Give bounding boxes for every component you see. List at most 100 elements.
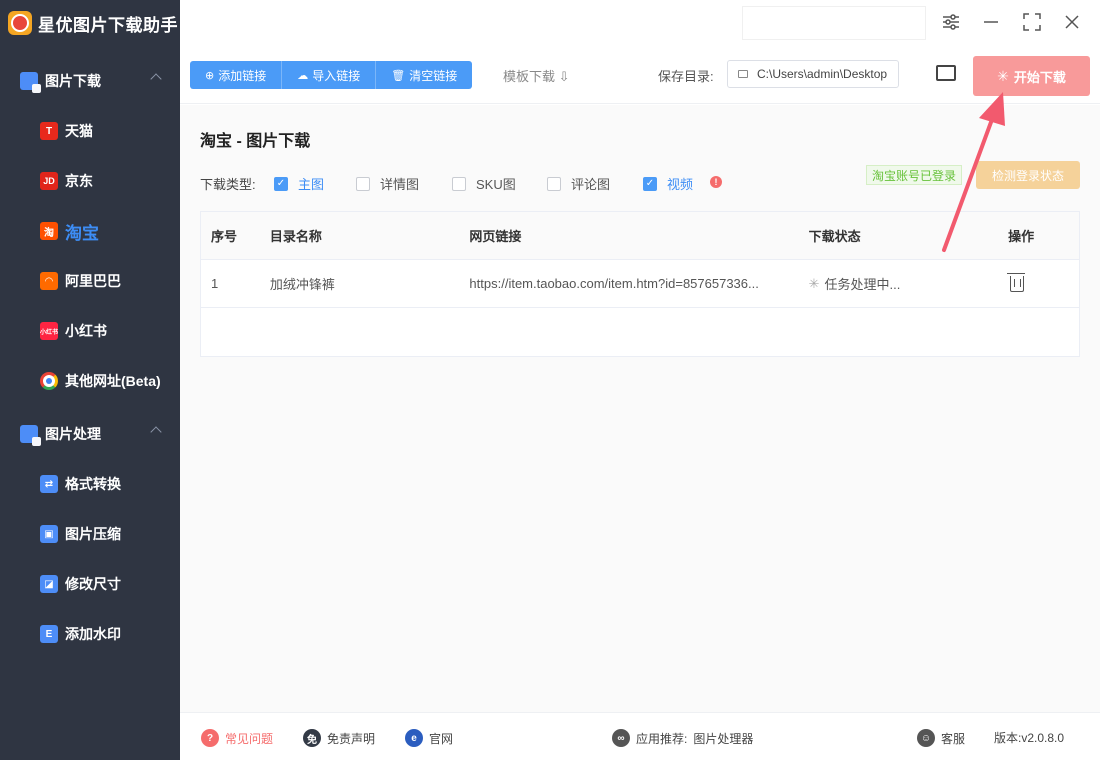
col-name: 目录名称	[269, 229, 322, 244]
sidebar-item-tmall[interactable]: T 天猫	[0, 106, 180, 156]
toolbar: ⊕ 添加链接 ☁ 导入链接 🗑 清空链接 模板下载 ⇩ 保存目录: C:\Use…	[180, 46, 1100, 104]
jd-icon: JD	[40, 172, 58, 190]
task-table: 序号 目录名称 网页链接 下载状态 操作 1 加绒冲锋裤 https://ite…	[200, 211, 1080, 357]
title-bar-blank-area	[742, 6, 926, 40]
app-logo-icon	[8, 11, 32, 35]
save-dir-label: 保存目录:	[658, 69, 714, 84]
sidebar-item-image-compress[interactable]: ▣ 图片压缩	[0, 509, 180, 559]
delete-trash-icon[interactable]	[1007, 272, 1026, 292]
sidebar-item-label: 阿里巴巴	[65, 273, 121, 289]
chevron-up-icon	[150, 73, 162, 85]
sidebar-item-label: 修改尺寸	[65, 576, 121, 592]
add-link-label: 添加链接	[218, 68, 267, 83]
open-folder-icon[interactable]	[936, 65, 956, 81]
recommend-label: 应用推荐:	[636, 731, 688, 746]
sidebar-item-label: 淘宝	[65, 223, 99, 243]
sidebar-item-label: 天猫	[65, 123, 93, 139]
app-header: 星优图片下载助手	[0, 0, 180, 46]
status-text: 任务处理中...	[824, 277, 901, 292]
check-icon: ✓	[643, 176, 657, 191]
website-link[interactable]: e 官网	[405, 729, 453, 747]
save-dir-input[interactable]: C:\Users\admin\Desktop	[727, 60, 899, 88]
sidebar-item-resize[interactable]: ◪ 修改尺寸	[0, 559, 180, 609]
type-checkbox-video[interactable]: ✓ 视频	[643, 174, 693, 193]
sidebar-item-alibaba[interactable]: ◠ 阿里巴巴	[0, 256, 180, 306]
checkbox-label: 视频	[667, 177, 694, 192]
alibaba-icon: ◠	[40, 272, 58, 290]
check-login-button[interactable]: 检测登录状态	[976, 161, 1080, 189]
support-link[interactable]: ☺ 客服	[917, 729, 965, 747]
recommend-link[interactable]: ∞ 应用推荐: 图片处理器	[612, 729, 753, 747]
chrome-icon	[40, 372, 58, 390]
sidebar-item-label: 其他网址(Beta)	[65, 373, 161, 389]
save-dir-value: C:\Users\admin\Desktop	[757, 67, 888, 81]
faq-label: 常见问题	[225, 731, 274, 746]
cell-index: 1	[211, 276, 219, 291]
chevron-up-icon	[150, 426, 162, 438]
recommend-value: 图片处理器	[693, 731, 754, 746]
close-icon[interactable]	[1062, 12, 1082, 32]
cell-status: ✳ 任务处理中...	[800, 274, 1000, 293]
question-icon: ?	[201, 729, 219, 747]
type-checkbox-detail[interactable]: 详情图	[356, 174, 419, 193]
download-group-icon	[20, 72, 41, 93]
sidebar-item-jd[interactable]: JD 京东	[0, 156, 180, 206]
sidebar-item-label: 添加水印	[65, 626, 121, 642]
type-checkbox-sku[interactable]: SKU图	[452, 174, 516, 193]
resize-icon: ◪	[40, 575, 58, 593]
template-download-link[interactable]: 模板下载 ⇩	[503, 66, 570, 85]
taobao-icon: 淘	[40, 222, 58, 240]
group-label: 图片下载	[45, 73, 101, 89]
tmall-icon: T	[40, 122, 58, 140]
sidebar-item-label: 格式转换	[65, 476, 121, 492]
disclaimer-link[interactable]: 免 免责声明	[303, 729, 375, 747]
title-bar	[180, 0, 1100, 46]
type-checkbox-review[interactable]: 评论图	[547, 174, 610, 193]
col-action: 操作	[1008, 229, 1035, 244]
sidebar-item-other-sites[interactable]: 其他网址(Beta)	[0, 356, 180, 406]
image-compress-icon: ▣	[40, 525, 58, 543]
ie-browser-icon: e	[405, 729, 423, 747]
group-image-processing[interactable]: 图片处理	[0, 409, 180, 459]
plus-circle-icon: ⊕	[205, 69, 215, 82]
sidebar-item-taobao[interactable]: 淘 淘宝	[0, 206, 180, 256]
import-link-label: 导入链接	[312, 68, 361, 83]
page-title: 淘宝 - 图片下载	[200, 133, 311, 150]
clear-link-button[interactable]: 🗑 清空链接	[376, 61, 473, 89]
import-link-button[interactable]: ☁ 导入链接	[282, 61, 377, 89]
group-image-download[interactable]: 图片下载	[0, 56, 180, 106]
faq-link[interactable]: ? 常见问题	[201, 729, 273, 747]
image-process-group-icon	[20, 425, 41, 446]
sidebar-item-format-convert[interactable]: ⇄ 格式转换	[0, 459, 180, 509]
checkbox-box	[547, 176, 561, 191]
watermark-icon: E	[40, 625, 58, 643]
support-label: 客服	[941, 731, 966, 746]
login-status-badge: 淘宝账号已登录	[866, 165, 963, 185]
support-icon: ☺	[917, 729, 935, 747]
sidebar: 星优图片下载助手 图片下载 T 天猫 JD 京东 淘 淘宝 ◠ 阿里巴巴 小红书…	[0, 0, 180, 760]
disclaimer-label: 免责声明	[327, 731, 376, 746]
checkbox-label: 详情图	[380, 177, 420, 192]
check-icon: ✓	[274, 176, 288, 191]
maximize-icon[interactable]	[1022, 12, 1042, 32]
info-icon[interactable]: !	[710, 176, 722, 188]
link-icon: ∞	[612, 729, 630, 747]
sidebar-item-xiaohongshu[interactable]: 小红书 小红书	[0, 306, 180, 356]
table-empty-area	[201, 308, 1079, 356]
checkbox-box	[452, 176, 466, 191]
settings-sliders-icon[interactable]	[941, 12, 961, 32]
loading-spinner-icon: ✳	[808, 275, 820, 291]
sidebar-item-watermark[interactable]: E 添加水印	[0, 609, 180, 659]
type-checkbox-main[interactable]: ✓ 主图	[274, 174, 324, 193]
sidebar-item-label: 京东	[65, 173, 93, 189]
checkbox-label: SKU图	[476, 177, 516, 192]
start-download-button[interactable]: ✳ 开始下载	[973, 56, 1090, 96]
website-label: 官网	[429, 731, 454, 746]
footer: ? 常见问题 免 免责声明 e 官网 ∞ 应用推荐: 图片处理器 ☺ 客服 版本…	[180, 712, 1100, 760]
sidebar-item-label: 小红书	[65, 323, 107, 339]
table-row: 1 加绒冲锋裤 https://item.taobao.com/item.htm…	[201, 260, 1079, 308]
sidebar-item-label: 图片压缩	[65, 526, 121, 542]
minimize-icon[interactable]	[981, 12, 1001, 32]
format-convert-icon: ⇄	[40, 475, 58, 493]
add-link-button[interactable]: ⊕ 添加链接	[190, 61, 283, 89]
